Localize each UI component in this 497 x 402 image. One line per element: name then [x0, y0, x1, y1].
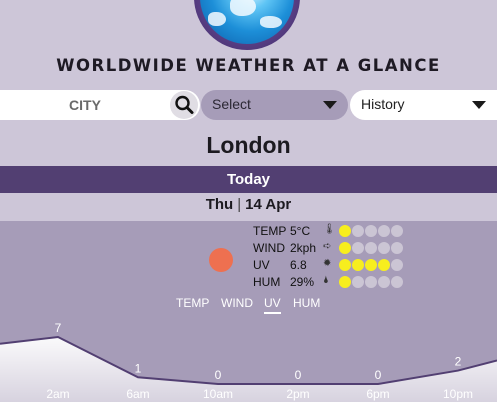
city-input[interactable] — [10, 93, 160, 117]
data-label: 1 — [135, 361, 142, 375]
metric-hum: HUM 29% 🌢 — [253, 274, 413, 291]
metric-label: TEMP — [253, 224, 287, 238]
level-dot-empty — [378, 225, 390, 237]
site-logo — [192, 0, 302, 50]
x-tick-label: 10pm — [443, 387, 473, 401]
metric-uv: UV 6.8 ✹ — [253, 257, 413, 274]
level-dot-empty — [352, 242, 364, 254]
weather-condition-icon — [209, 248, 233, 272]
x-tick-label: 6pm — [366, 387, 389, 401]
metrics-list: TEMP 5°C 🌡 WIND 2kph ➪ UV 6.8 ✹ HUM 29% … — [253, 223, 413, 291]
level-dot-empty — [391, 242, 403, 254]
level-dots — [339, 225, 404, 238]
chevron-down-icon — [472, 101, 486, 109]
uv-chart: 7 2am 1 6am 0 10am 0 2pm 0 6pm 2 10pm — [0, 321, 497, 402]
level-dot-empty — [365, 225, 377, 237]
date-separator: | — [237, 196, 242, 213]
level-dots — [339, 276, 404, 289]
level-dot-empty — [391, 225, 403, 237]
city-name: London — [206, 132, 291, 158]
select-dropdown[interactable]: Select — [201, 90, 348, 120]
wind-icon: ➪ — [323, 241, 332, 252]
data-label: 0 — [295, 368, 302, 382]
history-dropdown[interactable]: History — [350, 90, 497, 120]
level-dot-filled — [339, 276, 351, 288]
tab-temp[interactable]: TEMP — [176, 296, 209, 310]
x-tick-label: 6am — [126, 387, 149, 401]
level-dot-empty — [391, 259, 403, 271]
metric-label: HUM — [253, 275, 281, 289]
tab-uv[interactable]: UV — [264, 296, 281, 314]
tab-hum[interactable]: HUM — [293, 296, 320, 310]
metric-label: UV — [253, 258, 270, 272]
level-dot-filled — [339, 242, 351, 254]
metric-temp: TEMP 5°C 🌡 — [253, 223, 413, 240]
metric-value: 2kph — [290, 241, 317, 255]
thermometer-icon: 🌡 — [323, 224, 336, 235]
period-header: Today — [0, 166, 497, 193]
metric-label: WIND — [253, 241, 285, 255]
x-tick-label: 10am — [203, 387, 233, 401]
level-dot-filled — [352, 259, 364, 271]
x-tick-label: 2pm — [286, 387, 309, 401]
level-dots — [339, 259, 404, 272]
droplet-icon: 🌢 — [323, 275, 329, 286]
level-dot-empty — [391, 276, 403, 288]
city-search-box — [0, 90, 200, 120]
x-tick-label: 2am — [46, 387, 69, 401]
sun-icon: ✹ — [323, 258, 332, 269]
history-label: History — [361, 96, 405, 112]
level-dot-empty — [352, 225, 364, 237]
select-label: Select — [212, 96, 251, 112]
data-label: 7 — [55, 321, 62, 335]
metric-value: 6.8 — [290, 258, 307, 272]
forecast-date: Thu | 14 Apr — [0, 196, 497, 213]
chart-area — [0, 337, 497, 402]
data-label: 0 — [375, 368, 382, 382]
metric-value: 5°C — [290, 224, 311, 238]
search-button[interactable] — [170, 91, 198, 119]
level-dot-empty — [365, 242, 377, 254]
search-controls: Select History — [0, 90, 497, 120]
data-label: 0 — [215, 368, 222, 382]
level-dot-filled — [339, 225, 351, 237]
metric-value: 29% — [290, 275, 315, 289]
level-dot-empty — [378, 276, 390, 288]
day-name: Thu — [205, 196, 234, 213]
date-value: 14 Apr — [245, 196, 292, 213]
level-dots — [339, 242, 404, 255]
search-icon — [175, 95, 194, 114]
metric-wind: WIND 2kph ➪ — [253, 240, 413, 257]
level-dot-filled — [365, 259, 377, 271]
level-dot-empty — [365, 276, 377, 288]
level-dot-filled — [378, 259, 390, 271]
level-dot-empty — [378, 242, 390, 254]
site-title: WORLDWIDE WEATHER AT A GLANCE — [56, 56, 441, 75]
data-label: 2 — [455, 355, 462, 369]
chevron-down-icon — [323, 101, 337, 109]
level-dot-empty — [352, 276, 364, 288]
level-dot-filled — [339, 259, 351, 271]
tab-wind[interactable]: WIND — [221, 296, 253, 310]
